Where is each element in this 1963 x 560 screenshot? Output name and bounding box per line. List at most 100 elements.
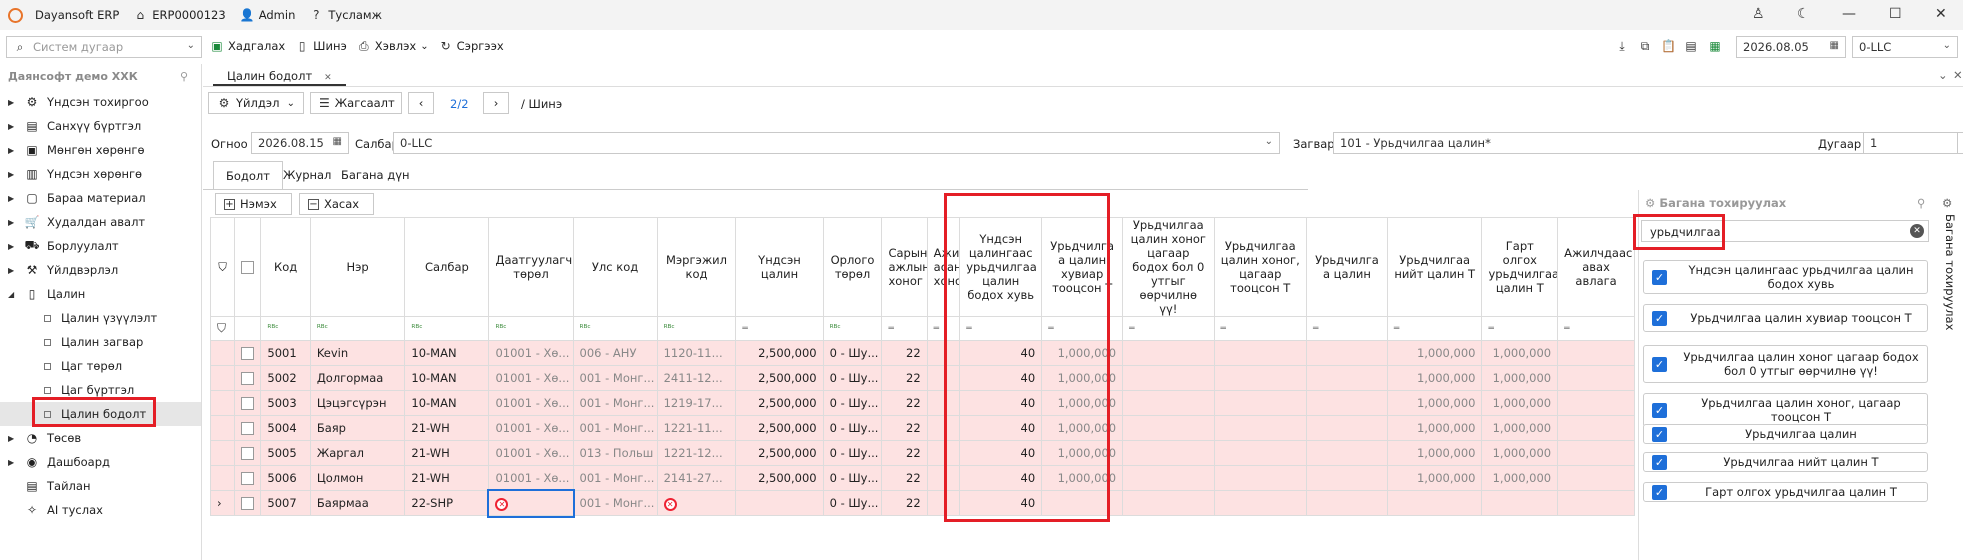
cell-empty[interactable] [1213,465,1307,491]
tab-salary-calculation[interactable]: Цалин бодолт ✕ [213,64,346,86]
row-checkbox[interactable] [234,465,262,491]
cell-empty[interactable] [1213,490,1307,516]
table-row[interactable]: 5003 Цэцэгсүрэн 10-MAN 01001 - Хө... 001 - М… [209,390,1635,416]
column-option[interactable]: ✓ Гарт олгох урьдчилгаа цалин Т [1643,482,1928,502]
cell-profession[interactable]: 1221-11... [656,415,737,441]
cell-income-type[interactable]: 0 - Шу... [822,365,883,391]
add-row-button[interactable]: + Нэмэх [215,193,292,215]
sub-item-salary-template[interactable]: Цалин загвар [0,330,201,354]
cell-salary[interactable]: 2,500,000 [735,465,824,491]
cell-country[interactable]: 001 - Монг... [572,415,658,441]
cell-profession[interactable]: ✕ [656,490,737,516]
cell-work-days[interactable]: 22 [881,440,928,466]
cell-work-days[interactable]: 22 [881,390,928,416]
cell-advance-total[interactable]: 1,000,000 [1386,365,1483,391]
filter-cell[interactable]: ᴿᴮᶜ [822,316,883,341]
cell-empty[interactable] [1122,340,1215,366]
cell-empty[interactable] [1305,490,1388,516]
cell-name[interactable]: Долгормаа [309,365,406,391]
cell-empty[interactable] [1305,340,1388,366]
cell-code[interactable]: 5003 [260,390,311,416]
nav-item-finance[interactable]: ▶ ▤ Санхүү бүртгэл [0,114,201,138]
checked-icon[interactable]: ✓ [1652,402,1667,418]
nav-item-settings[interactable]: ▶ ⚙ Үндсэн тохиргоо [0,90,201,114]
cell-country[interactable]: 001 - Монг... [572,390,658,416]
copy-icon[interactable]: ⧉ [1638,39,1652,53]
cell-country[interactable]: 001 - Монг... [572,465,658,491]
table-row[interactable]: 5001 Kevin 10-MAN 01001 - Хө... 006 - АНУ 112… [209,340,1635,366]
close-icon[interactable]: ✕ [324,73,332,83]
cell-empty[interactable] [1305,465,1388,491]
refresh-button[interactable]: ↻ Сэргээх [439,39,504,53]
nav-item-payroll[interactable]: ◢ ▯ Цалин [0,282,201,306]
nav-item-cash[interactable]: ▶ ▣ Мөнгөн хөрөнгө [0,138,201,162]
filter-cell[interactable] [234,316,262,341]
row-checkbox[interactable] [234,490,262,516]
checkbox[interactable] [241,447,255,460]
cell-net-advance[interactable]: 1,000,000 [1481,365,1559,391]
cell-net-advance[interactable]: 1,000,000 [1481,390,1559,416]
cell-code[interactable]: 5004 [260,415,311,441]
cell-salary[interactable] [735,490,824,516]
column-option[interactable]: ✓ Урьдчилгаа цалин хувиар тооцсон Т [1643,304,1928,332]
cell-profession[interactable]: 1120-11... [656,340,737,366]
cell-advance-total[interactable]: 1,000,000 [1386,465,1483,491]
user-menu[interactable]: 👤 Admin [240,8,296,22]
col-header[interactable]: Орлого төрөл [822,217,883,317]
date-picker[interactable]: 2026.08.05 ▦ [1736,36,1846,58]
row-indicator[interactable] [209,390,236,416]
filter-icon[interactable]: ⛉ [209,316,236,341]
filter-cell[interactable]: ᴿᴮᶜ [572,316,658,341]
form-date-input[interactable]: 2026.08.15 ▦ [251,132,349,154]
cell-empty[interactable] [1122,490,1215,516]
nav-item-ai-assistant[interactable]: ✧ AI туслах [0,498,201,522]
remove-row-button[interactable]: − Хасах [299,193,374,215]
cell-receivable[interactable] [1557,390,1635,416]
col-header[interactable]: Урьдчилга а цалин [1305,217,1388,317]
sub-item-time-type[interactable]: Цаг төрөл [0,354,201,378]
cell-income-type[interactable]: 0 - Шу... [822,415,883,441]
cell-insurance-type[interactable]: 01001 - Хө... [488,440,574,466]
row-checkbox[interactable] [234,415,262,441]
cell-insurance-type[interactable]: 01001 - Хө... [488,415,574,441]
filter-equals-icon[interactable]: ═ [881,316,928,341]
clipboard-icon[interactable]: ▤ [1684,39,1698,53]
save-button[interactable]: ▣ Хадгалах [210,39,285,53]
prev-button[interactable]: ‹ [408,92,434,114]
checked-icon[interactable]: ✓ [1652,269,1667,285]
cell-receivable[interactable] [1557,415,1635,441]
cell-name[interactable]: Баярмаа [309,490,406,516]
cell-code[interactable]: 5001 [260,340,311,366]
cell-code[interactable]: 5002 [260,365,311,391]
cell-code[interactable]: 5007 [260,490,311,516]
new-button[interactable]: ▯ Шинэ [295,39,347,53]
cell-net-advance[interactable]: 1,000,000 [1481,465,1559,491]
cell-salary[interactable]: 2,500,000 [735,340,824,366]
minimize-icon[interactable]: — [1842,6,1856,22]
table-row[interactable]: 5006 Цолмон 21-WH 01001 - Хө... 001 - Монг..… [209,465,1635,491]
cell-empty[interactable] [1122,465,1215,491]
cell-code[interactable]: 5006 [260,465,311,491]
sub-item-salary-indicator[interactable]: Цалин үзүүлэлт [0,306,201,330]
cell-receivable[interactable] [1557,340,1635,366]
checked-icon[interactable]: ✓ [1652,454,1667,470]
filter-equals-icon[interactable]: ═ [1122,316,1215,341]
subtab-column-total[interactable]: Багана дүн [329,161,422,189]
cell-name[interactable]: Kevin [309,340,406,366]
col-header[interactable]: Салбар [404,217,490,317]
nav-item-inventory[interactable]: ▶ ▢ Бараа материал [0,186,201,210]
cell-receivable[interactable] [1557,440,1635,466]
checked-icon[interactable]: ✓ [1652,310,1667,326]
cell-receivable[interactable] [1557,490,1635,516]
excel-icon[interactable]: ▦ [1708,39,1722,53]
cell-income-type[interactable]: 0 - Шу... [822,490,883,516]
row-indicator[interactable] [209,440,236,466]
assistant-icon[interactable]: ♙ [1752,6,1765,22]
checked-icon[interactable]: ✓ [1652,356,1667,372]
cell-income-type[interactable]: 0 - Шу... [822,340,883,366]
help-menu[interactable]: ? Тусламж [309,8,382,22]
table-row[interactable]: 5002 Долгормаа 10-MAN 01001 - Хө... 001 - Мо… [209,365,1635,391]
table-row[interactable]: 5004 Баяр 21-WH 01001 - Хө... 001 - Монг... 1… [209,415,1635,441]
close-icon[interactable]: ✕ [1935,6,1947,22]
row-indicator[interactable] [209,365,236,391]
